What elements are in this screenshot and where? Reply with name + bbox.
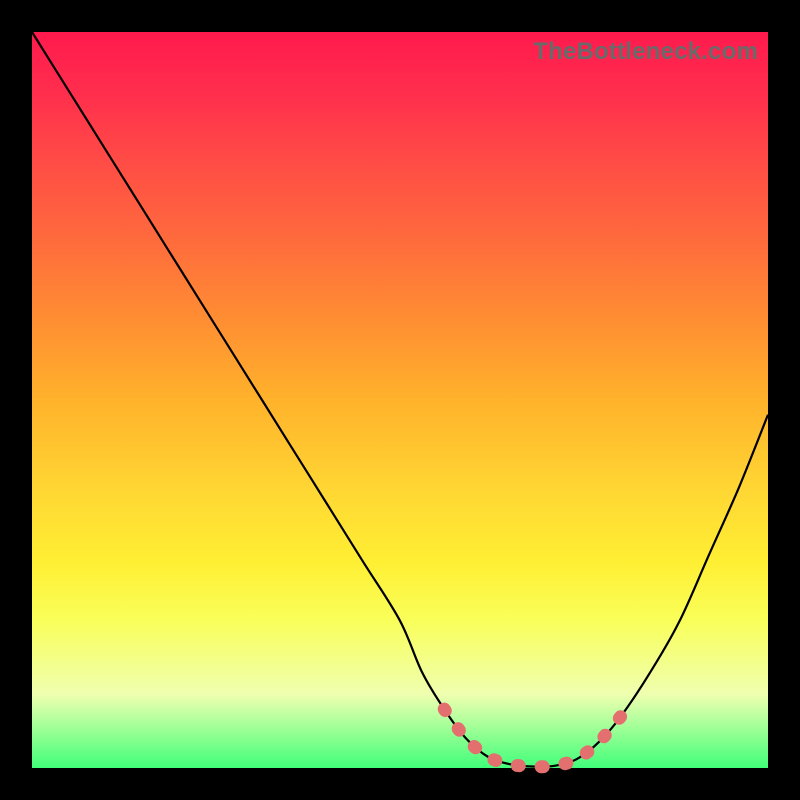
bottleneck-curve [32,32,768,768]
curve-path [32,32,768,767]
chart-frame: TheBottleneck.com [0,0,800,800]
plot-area: TheBottleneck.com [32,32,768,768]
optimal-range-highlight [444,709,621,767]
